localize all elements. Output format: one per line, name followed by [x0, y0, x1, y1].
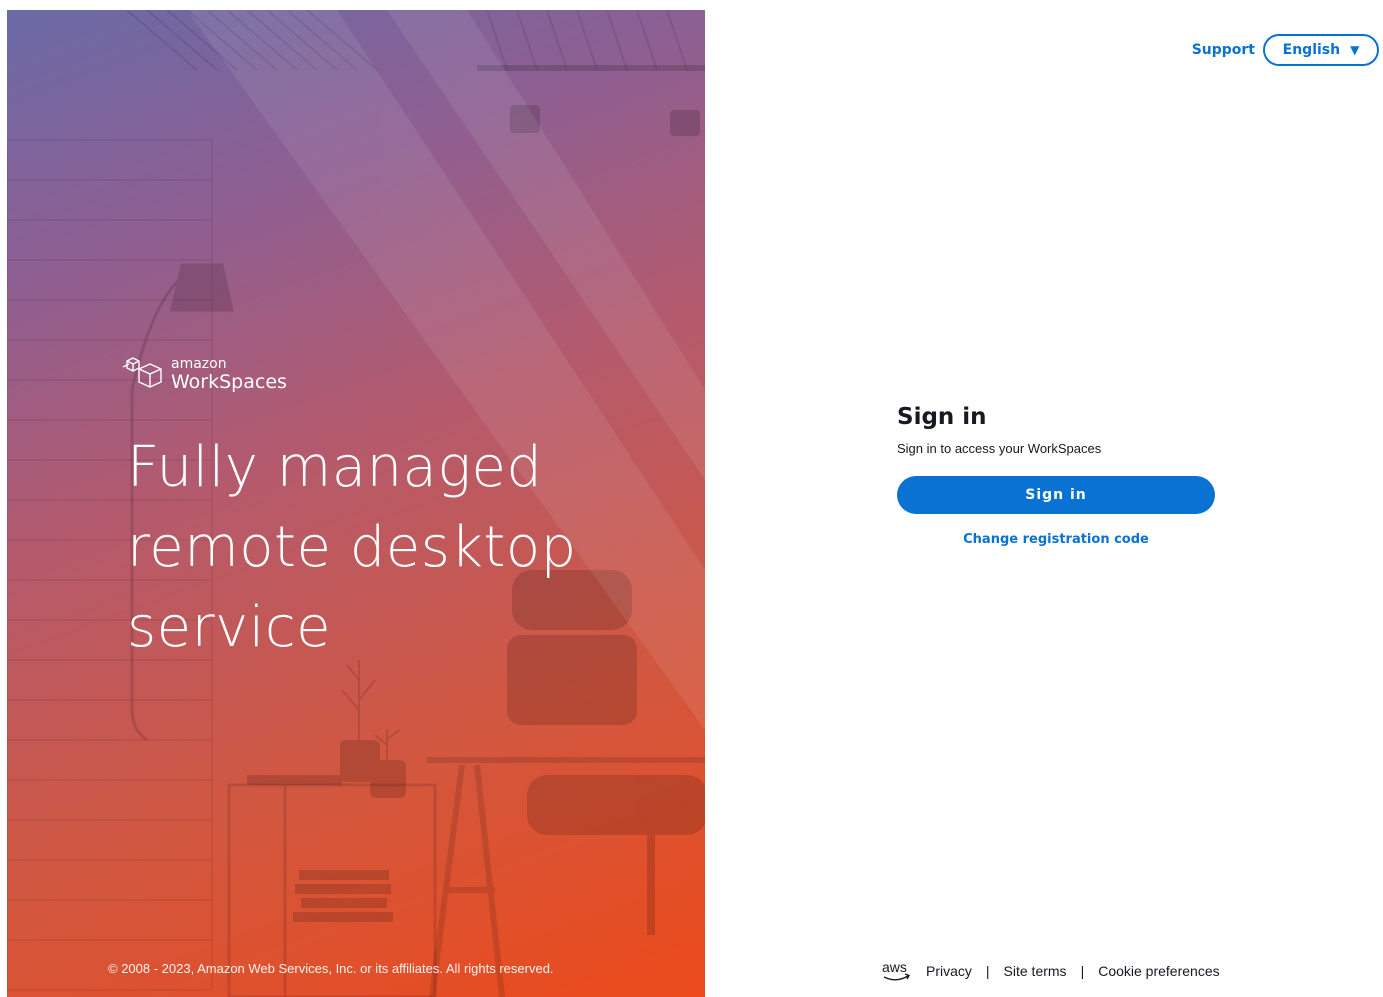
copyright-notice: © 2008 - 2023, Amazon Web Services, Inc.… [108, 961, 554, 976]
footer-cookie-preferences-link[interactable]: Cookie preferences [1098, 963, 1219, 979]
footer-site-terms-link[interactable]: Site terms [1004, 963, 1067, 979]
brand-workspaces-label: WorkSpaces [171, 370, 287, 393]
headline-line-3: service [127, 595, 332, 660]
footer-privacy-link[interactable]: Privacy [926, 963, 972, 979]
footer: aws Privacy | Site terms | Cookie prefer… [882, 959, 1220, 983]
aws-logo-text: aws [882, 959, 907, 975]
change-registration-code-link[interactable]: Change registration code [897, 532, 1215, 547]
signin-button-label: Sign in [1025, 487, 1087, 503]
footer-separator: | [985, 963, 990, 979]
signin-button[interactable]: Sign in [897, 476, 1215, 514]
top-bar: Support English ▼ [1192, 34, 1379, 66]
language-label: English [1282, 42, 1341, 58]
signin-title: Sign in [897, 404, 987, 430]
signin-panel: Sign in Sign in to access your WorkSpace… [897, 404, 1215, 547]
workspaces-brand: amazon WorkSpaces [121, 355, 287, 393]
hero-panel: amazon WorkSpaces Fully managed remote d… [7, 10, 705, 997]
page: amazon WorkSpaces Fully managed remote d… [0, 0, 1383, 997]
hero-headline: Fully managed remote desktop service [127, 428, 687, 668]
footer-separator: | [1080, 963, 1085, 979]
brand-amazon-label: amazon [171, 355, 227, 372]
workspaces-cubes-icon [122, 357, 162, 388]
headline-line-2: remote desktop [127, 515, 577, 580]
headline-line-1: Fully managed [127, 435, 543, 500]
support-link[interactable]: Support [1192, 42, 1255, 58]
language-selector[interactable]: English ▼ [1263, 34, 1379, 66]
caret-down-icon: ▼ [1350, 43, 1360, 57]
aws-logo-icon: aws [882, 959, 911, 981]
signin-subtitle: Sign in to access your WorkSpaces [897, 441, 1102, 456]
